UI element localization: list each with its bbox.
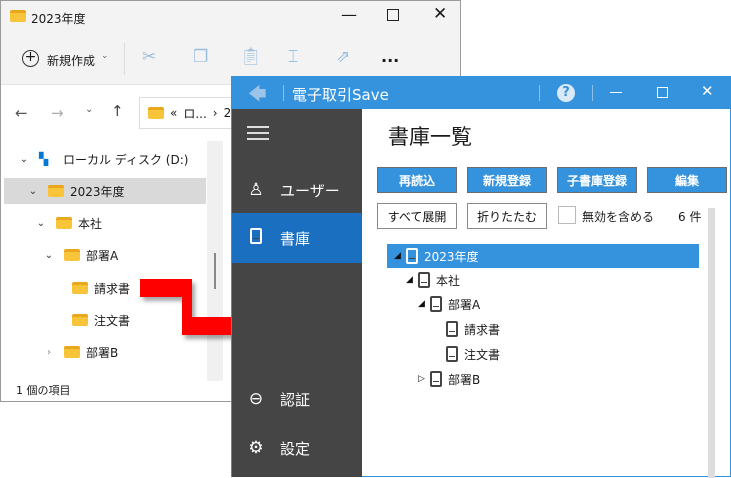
reload-button[interactable]: 再読込 xyxy=(377,167,457,193)
page-title: 書庫一覧 xyxy=(388,125,472,149)
hamburger-menu-icon[interactable] xyxy=(247,126,269,140)
tree-item[interactable]: ◢ 本社 xyxy=(406,268,460,292)
sidebar-item-settings[interactable]: ⚙ 設定 xyxy=(232,423,362,473)
gear-icon: ⚙ xyxy=(248,438,264,458)
tree-item[interactable]: ◢ 部署A xyxy=(418,292,480,316)
app-window: 🡄︎ 電子取引Save ? ✕ ♙ ユーザー 書庫 ⊖ 認証 ⚙ 設定 書庫一覧 再読… xyxy=(231,76,731,478)
sidebar-item-users[interactable]: ♙ ユーザー xyxy=(232,165,362,215)
tree-item[interactable]: 請求書 xyxy=(446,317,500,341)
child-register-button[interactable]: 子書庫登録 xyxy=(557,167,637,193)
back-arrow-icon[interactable]: 🡄︎ xyxy=(248,82,267,112)
app-title: 電子取引Save xyxy=(292,86,389,104)
new-button[interactable]: 新規登録 xyxy=(467,167,547,193)
login-icon: ⊖ xyxy=(248,389,264,409)
help-icon[interactable]: ? xyxy=(557,84,575,102)
expand-all-button[interactable]: すべて展開 xyxy=(377,203,457,229)
book-icon xyxy=(232,227,280,249)
tree-item-selected[interactable]: ◢ 2023年度 xyxy=(387,244,699,268)
include-disabled-label: 無効を含める xyxy=(582,210,655,224)
maximize-button[interactable] xyxy=(657,87,668,98)
minimize-button[interactable] xyxy=(610,92,622,93)
app-title-bar: 🡄︎ 電子取引Save ? ✕ xyxy=(232,77,730,109)
include-disabled-checkbox[interactable] xyxy=(558,206,576,224)
edit-button[interactable]: 編集 xyxy=(647,167,727,193)
sidebar: ♙ ユーザー 書庫 ⊖ 認証 ⚙ 設定 xyxy=(232,109,362,477)
close-button[interactable]: ✕ xyxy=(701,82,714,100)
tree-item[interactable]: ▷ 部署B xyxy=(418,367,480,391)
count-text: 6 件 xyxy=(678,210,702,224)
user-check-icon: ♙ xyxy=(248,180,264,200)
sidebar-item-library[interactable]: 書庫 xyxy=(232,213,362,263)
tree-item[interactable]: 注文書 xyxy=(446,342,500,366)
collapse-button[interactable]: 折りたたむ xyxy=(467,203,547,229)
scrollbar[interactable] xyxy=(708,208,715,478)
sidebar-item-auth[interactable]: ⊖ 認証 xyxy=(232,374,362,424)
